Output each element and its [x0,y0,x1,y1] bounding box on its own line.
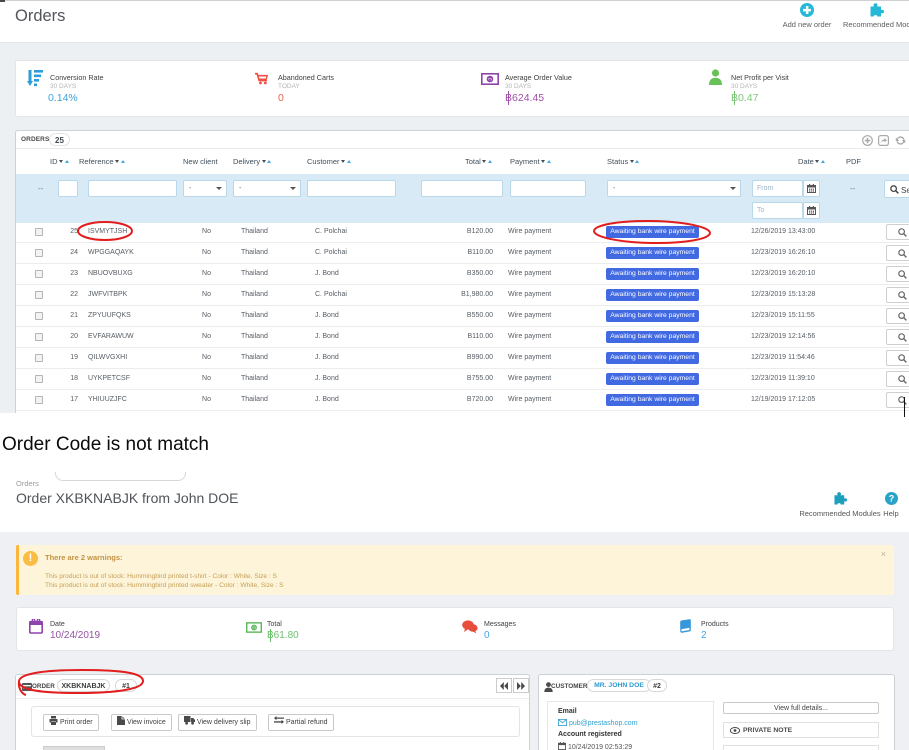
svg-text:?: ? [888,494,894,504]
